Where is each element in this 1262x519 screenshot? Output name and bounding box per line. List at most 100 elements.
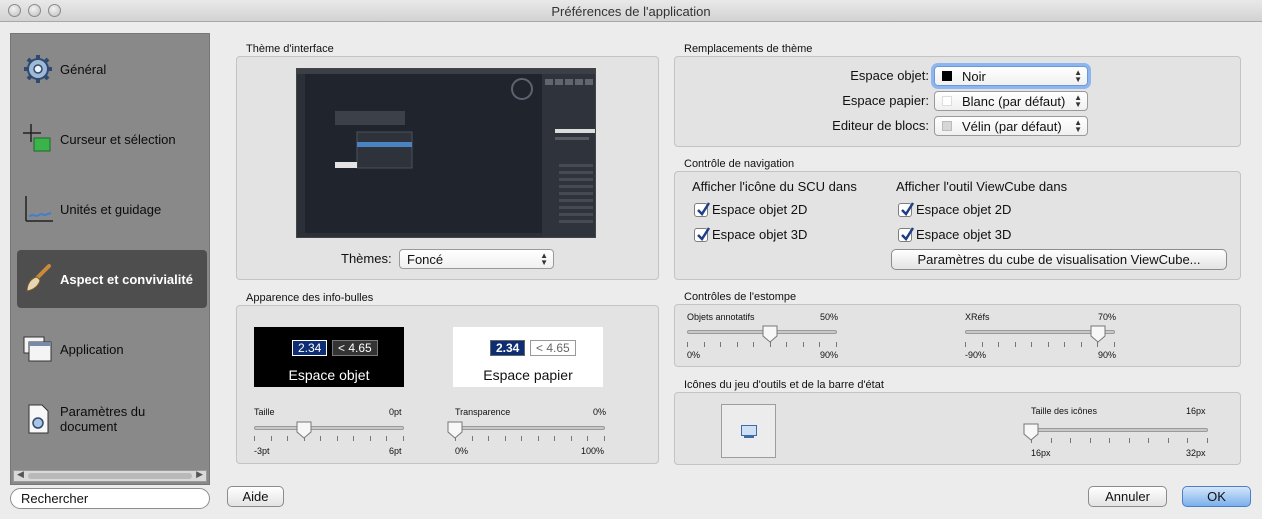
ucs-3d-checkbox[interactable] — [694, 227, 711, 242]
icon-size-slider-track[interactable] — [1031, 428, 1208, 432]
sidebar-item-look-and-feel[interactable]: Aspect et convivialité — [17, 250, 207, 308]
slider-tick — [521, 436, 522, 441]
color-swatch — [942, 121, 952, 131]
slider-tick — [337, 436, 338, 441]
fading-group-title: Contrôles de l'estompe — [684, 291, 797, 303]
viewcube-2d-label: Espace objet 2D — [916, 202, 1012, 217]
chevron-up-down-icon: ▲ ▼ — [1074, 118, 1082, 134]
slider-tick — [271, 436, 272, 441]
slider-tick — [786, 342, 787, 347]
sidebar-horizontal-scrollbar[interactable]: ◀ ▶ — [13, 469, 207, 482]
xref-fade-value: 70% — [1098, 312, 1117, 322]
scroll-left-icon[interactable]: ◀ — [17, 469, 24, 480]
tooltip-size-max-label: 6pt — [389, 446, 402, 456]
cancel-button[interactable]: Annuler — [1088, 486, 1167, 507]
slider-tick — [1015, 342, 1016, 347]
slider-tick — [587, 436, 588, 441]
chevron-up-down-icon: ▲ ▼ — [540, 251, 548, 267]
ok-button[interactable]: OK — [1182, 486, 1251, 507]
chevron-up-down-icon: ▲ ▼ — [1074, 93, 1082, 109]
sidebar-item-label: Aspect et convivialité — [60, 271, 193, 287]
gear-icon — [24, 55, 52, 83]
icon-size-label: Taille des icônes — [1031, 406, 1098, 416]
icon-size-max-label: 32px — [1186, 448, 1206, 458]
slider-tick — [753, 342, 754, 347]
tooltip-size-slider-track[interactable] — [254, 426, 404, 430]
slider-tick — [287, 436, 288, 441]
search-input[interactable] — [10, 488, 210, 509]
slider-tick — [1207, 438, 1208, 443]
viewcube-3d-checkbox[interactable] — [898, 227, 915, 242]
cursor-selection-icon — [23, 124, 51, 152]
tooltip-transparency-slider-track[interactable] — [455, 426, 605, 430]
tooltip-transparency-slider-thumb[interactable] — [447, 421, 463, 439]
block-editor-color-select[interactable]: Vélin (par défaut) ▲ ▼ — [934, 116, 1088, 136]
viewcube-3d-label: Espace objet 3D — [916, 227, 1012, 242]
theme-preview-image — [296, 68, 596, 238]
viewcube-2d-checkbox[interactable] — [898, 202, 915, 217]
sidebar: Général Curseur et sélection Unités et g… — [10, 33, 210, 485]
annotative-fade-min-label: 0% — [687, 350, 701, 360]
xref-fade-min-label: -90% — [965, 350, 987, 360]
icon-size-ticks — [1031, 438, 1208, 444]
tooltip-value-field: < 4.65 — [332, 340, 378, 356]
tooltip-size-slider-thumb[interactable] — [296, 421, 312, 439]
xref-fade-slider-thumb[interactable] — [1090, 325, 1106, 343]
slider-tick — [571, 436, 572, 441]
slider-tick — [687, 342, 688, 347]
slider-tick — [720, 342, 721, 347]
slider-tick — [505, 436, 506, 441]
theme-group-title: Thème d'interface — [246, 43, 334, 55]
chevron-up-down-icon: ▲ ▼ — [1074, 68, 1082, 84]
tooltip-transparency-value: 0% — [593, 407, 607, 417]
sidebar-item-application[interactable]: Application — [17, 320, 207, 378]
scroll-right-icon[interactable]: ▶ — [196, 469, 203, 480]
sidebar-item-units-guides[interactable]: Unités et guidage — [17, 180, 207, 238]
annotative-fade-slider-thumb[interactable] — [762, 325, 778, 343]
slider-tick — [554, 436, 555, 441]
paper-space-color-value: Blanc (par défaut) — [962, 93, 1066, 109]
slider-tick — [488, 436, 489, 441]
checkmark-icon — [697, 227, 711, 241]
override-label-paper-space: Espace papier: — [842, 93, 929, 108]
color-swatch — [942, 71, 952, 81]
themes-label: Thèmes: — [341, 251, 392, 266]
themes-select-value: Foncé — [407, 251, 444, 267]
icons-group-title: Icônes du jeu d'outils et de la barre d'… — [684, 379, 884, 391]
override-label-block-editor: Editeur de blocs: — [832, 118, 929, 133]
slider-tick — [320, 436, 321, 441]
scrollbar-thumb[interactable] — [28, 473, 192, 479]
sidebar-item-cursor-selection[interactable]: Curseur et sélection — [17, 110, 207, 168]
slider-tick — [982, 342, 983, 347]
model-space-color-select[interactable]: Noir ▲ ▼ — [934, 66, 1088, 86]
title-bar: Préférences de l'application — [0, 0, 1262, 22]
slider-tick — [472, 436, 473, 441]
sidebar-item-general[interactable]: Général — [17, 40, 207, 98]
sidebar-item-label: Unités et guidage — [60, 201, 162, 217]
tooltip-transparency-max-label: 100% — [581, 446, 605, 456]
slider-tick — [836, 342, 837, 347]
tooltips-group-title: Apparence des info-bulles — [246, 292, 374, 304]
light-tooltip-preview: 2.34 < 4.65 Espace papier — [453, 327, 603, 387]
viewcube-settings-button[interactable]: Paramètres du cube de visualisation View… — [891, 249, 1227, 270]
ucs-2d-checkbox[interactable] — [694, 202, 711, 217]
slider-tick — [819, 342, 820, 347]
tooltip-value-field: 2.34 — [490, 340, 526, 356]
window-title: Préférences de l'application — [551, 4, 711, 19]
slider-tick — [1109, 438, 1110, 443]
help-button[interactable]: Aide — [227, 486, 284, 507]
color-swatch — [942, 96, 952, 106]
ucs-heading: Afficher l'icône du SCU dans — [692, 179, 857, 194]
slider-tick — [353, 436, 354, 441]
annotative-fade-value: 50% — [820, 312, 839, 322]
sidebar-item-document-settings[interactable]: Paramètres du document — [17, 390, 207, 448]
units-guides-icon — [25, 196, 53, 222]
icon-size-slider-thumb[interactable] — [1023, 423, 1039, 441]
themes-select[interactable]: Foncé ▲ ▼ — [399, 249, 554, 269]
tooltip-preview-label: Espace objet — [288, 367, 370, 383]
tooltip-preview-label: Espace papier — [483, 367, 573, 383]
application-windows-icon — [23, 336, 52, 362]
slider-tick — [803, 342, 804, 347]
model-space-color-value: Noir — [962, 68, 986, 84]
paper-space-color-select[interactable]: Blanc (par défaut) ▲ ▼ — [934, 91, 1088, 111]
